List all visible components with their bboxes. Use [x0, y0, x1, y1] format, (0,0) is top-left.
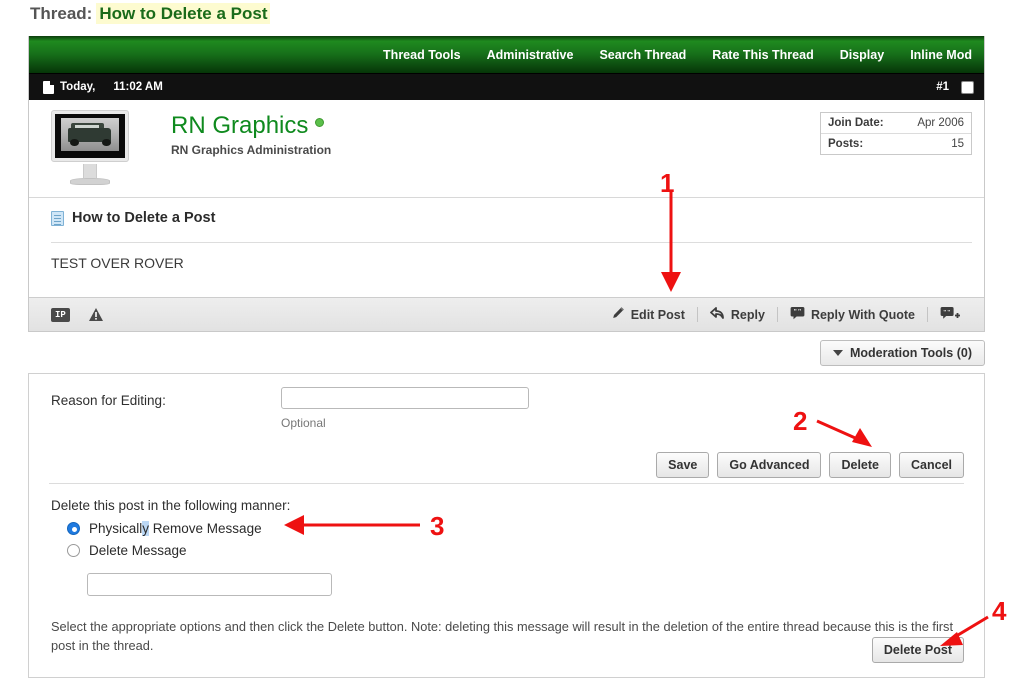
nav-item-thread-tools[interactable]: Thread Tools — [383, 48, 461, 62]
delete-reason-input[interactable] — [87, 573, 332, 596]
annotation-number-4: 4 — [992, 596, 1006, 627]
user-title: RN Graphics Administration — [171, 143, 331, 157]
reason-for-editing-label: Reason for Editing: — [51, 393, 166, 408]
caret-down-icon — [833, 350, 843, 356]
document-icon — [43, 81, 54, 94]
svg-text:": " — [798, 308, 802, 316]
edit-post-button[interactable]: Edit Post — [599, 306, 697, 323]
page-title: Thread:How to Delete a Post — [30, 4, 270, 24]
radio-delete-message[interactable] — [67, 544, 80, 557]
post-meta-left: Today, 11:02 AM — [29, 81, 163, 94]
stat-key: Join Date: — [828, 117, 884, 129]
page-root: Thread:How to Delete a Post Thread Tools… — [0, 0, 1013, 700]
delete-post-button[interactable]: Delete Post — [872, 637, 964, 663]
radio-option-physically-remove[interactable]: Physically Remove Message — [67, 521, 964, 536]
navbar-items: Thread Tools Administrative Search Threa… — [383, 36, 976, 74]
reason-section: Reason for Editing: Optional Save Go Adv… — [49, 374, 964, 484]
reply-label: Reply — [731, 308, 765, 322]
radio-option-delete-message[interactable]: Delete Message — [67, 543, 964, 558]
post-meta-bar: Today, 11:02 AM #1 — [29, 74, 984, 100]
post-action-right: Edit Post Reply "" Reply With Quote — [599, 306, 972, 324]
multiquote-plus-icon: "" — [940, 306, 960, 324]
reply-arrow-icon — [710, 306, 725, 323]
nav-item-rate-this-thread[interactable]: Rate This Thread — [712, 48, 813, 62]
quote-bubble-icon: "" — [790, 306, 805, 323]
stat-value: 15 — [951, 138, 964, 150]
post-meta-right: #1 — [936, 81, 974, 94]
post-document-icon — [51, 211, 64, 226]
thread-navbar: Thread Tools Administrative Search Threa… — [29, 36, 984, 74]
ip-badge[interactable]: IP — [51, 308, 70, 322]
edit-post-label: Edit Post — [631, 308, 685, 322]
pencil-icon — [611, 306, 625, 323]
stat-value: Apr 2006 — [917, 117, 964, 129]
nav-item-search-thread[interactable]: Search Thread — [599, 48, 686, 62]
post-number[interactable]: #1 — [936, 81, 949, 93]
post-action-bar: IP Edit Post Reply — [29, 297, 984, 331]
user-info: RN Graphics RN Graphics Administration — [171, 112, 331, 157]
stat-key: Posts: — [828, 138, 863, 150]
post-title-text: How to Delete a Post — [72, 210, 215, 226]
radio-physically-remove[interactable] — [67, 522, 80, 535]
nav-item-inline-mod[interactable]: Inline Mod — [910, 48, 972, 62]
post-user-row: RN Graphics RN Graphics Administration J… — [29, 100, 984, 198]
imac-land-rover-avatar-icon — [51, 108, 129, 192]
moderation-tools-button[interactable]: Moderation Tools (0) — [820, 340, 985, 366]
delete-manner-heading: Delete this post in the following manner… — [51, 498, 964, 513]
reply-with-quote-label: Reply With Quote — [811, 308, 915, 322]
thread-title-name: How to Delete a Post — [96, 3, 270, 24]
delete-button[interactable]: Delete — [829, 452, 891, 478]
stat-row-join-date: Join Date: Apr 2006 — [821, 113, 971, 133]
post-time: 11:02 AM — [113, 81, 162, 93]
radio-delete-message-label: Delete Message — [89, 543, 187, 558]
post-body: TEST OVER ROVER — [29, 243, 984, 297]
nav-item-display[interactable]: Display — [840, 48, 884, 62]
post-action-left: IP — [29, 307, 104, 322]
warning-triangle-icon[interactable] — [88, 307, 104, 322]
post-title: How to Delete a Post — [51, 210, 972, 226]
delete-note-text: Select the appropriate options and then … — [51, 618, 964, 655]
post-container: Thread Tools Administrative Search Threa… — [28, 36, 985, 332]
save-button[interactable]: Save — [656, 452, 709, 478]
post-select-checkbox[interactable] — [961, 81, 974, 94]
go-advanced-button[interactable]: Go Advanced — [717, 452, 821, 478]
post-date: Today, — [60, 81, 95, 93]
svg-text:": " — [947, 308, 951, 315]
reason-optional-hint: Optional — [281, 416, 326, 430]
reason-for-editing-input[interactable] — [281, 387, 529, 409]
online-status-dot-icon — [315, 118, 324, 127]
radio-physically-remove-label: Physically Remove Message — [89, 521, 262, 536]
stat-row-posts: Posts: 15 — [821, 133, 971, 154]
delete-options-section: Delete this post in the following manner… — [49, 484, 964, 655]
reply-button[interactable]: Reply — [698, 306, 777, 323]
cancel-button[interactable]: Cancel — [899, 452, 964, 478]
delete-post-button-wrap: Delete Post — [872, 637, 964, 663]
edit-button-row: Save Go Advanced Delete Cancel — [656, 452, 964, 478]
post-title-row: How to Delete a Post — [29, 198, 984, 236]
nav-item-administrative[interactable]: Administrative — [487, 48, 574, 62]
thread-title-label: Thread: — [30, 4, 92, 23]
reply-with-quote-button[interactable]: "" Reply With Quote — [778, 306, 927, 323]
user-stats-box: Join Date: Apr 2006 Posts: 15 — [820, 112, 972, 155]
multiquote-button[interactable]: "" — [928, 306, 972, 324]
moderation-tools-label: Moderation Tools (0) — [850, 346, 972, 360]
username[interactable]: RN Graphics — [171, 112, 308, 140]
avatar[interactable] — [51, 108, 129, 192]
edit-delete-panel: Reason for Editing: Optional Save Go Adv… — [28, 373, 985, 678]
